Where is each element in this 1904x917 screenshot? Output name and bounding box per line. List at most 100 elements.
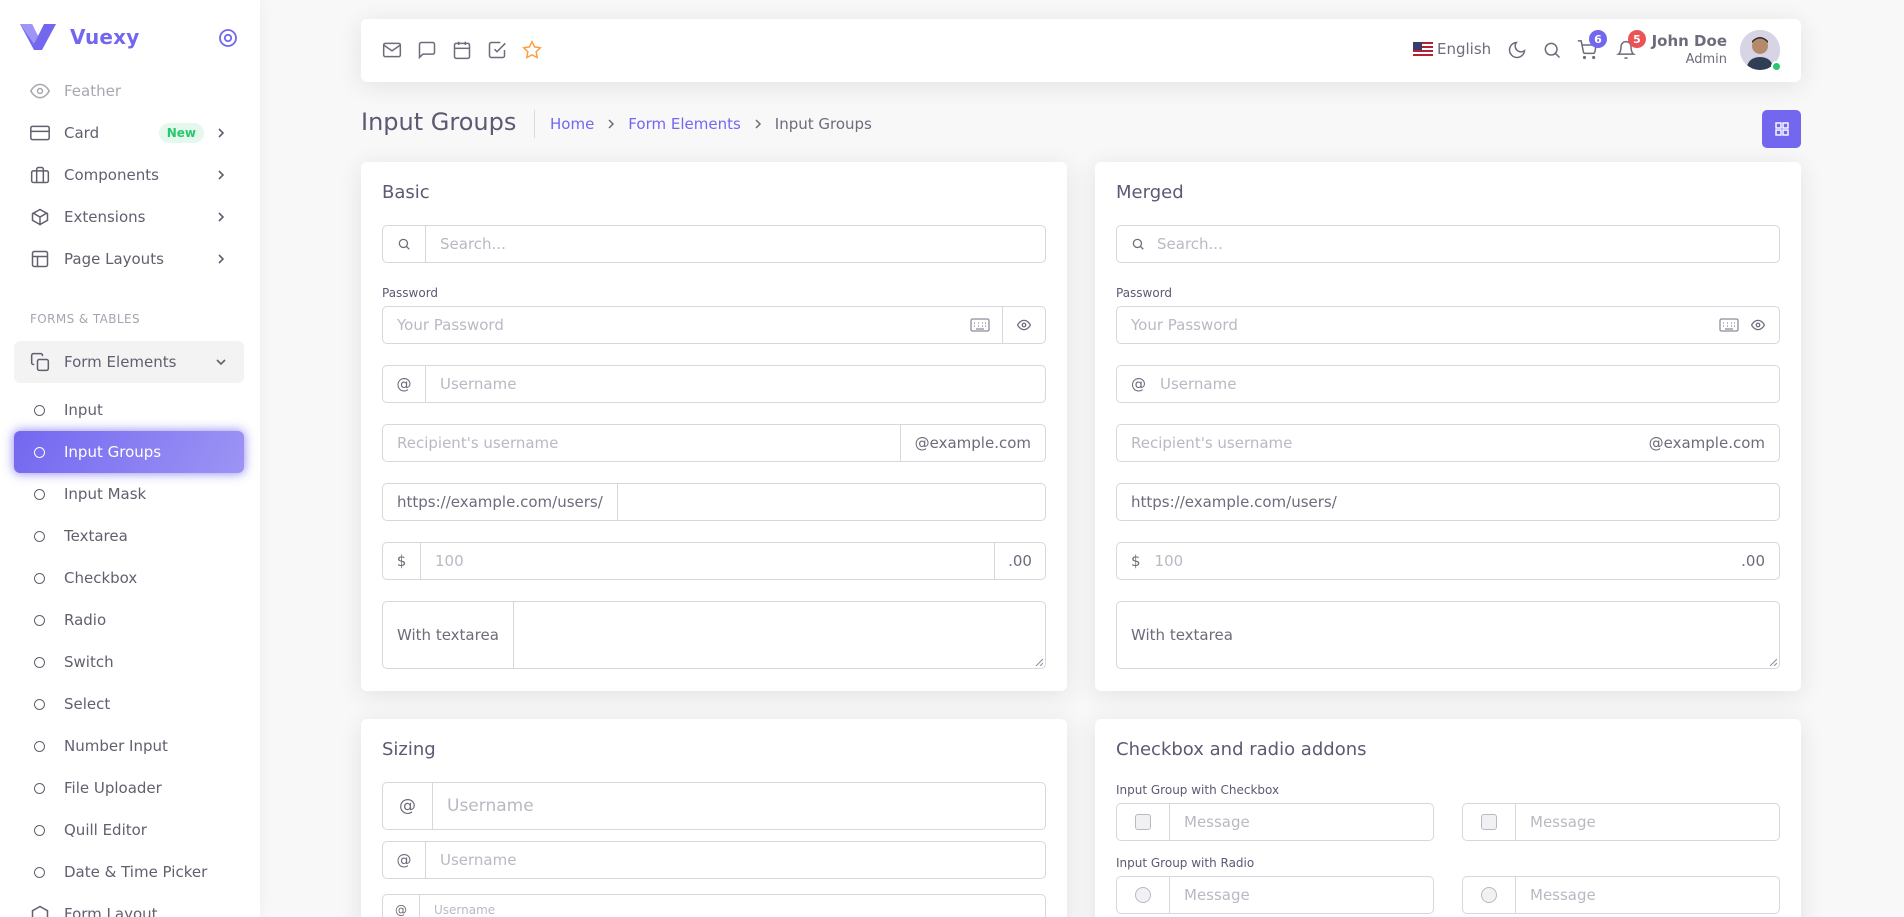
url-input[interactable] — [1351, 484, 1779, 520]
textarea-input[interactable] — [514, 602, 1045, 668]
username-input-large[interactable]: Username — [433, 783, 1045, 829]
collapse-toggle-icon[interactable] — [218, 28, 238, 48]
title-divider — [534, 110, 535, 138]
language-selector[interactable]: English — [1413, 40, 1491, 58]
sidebar-subitem-radio[interactable]: Radio — [14, 599, 244, 641]
circle-icon — [34, 740, 45, 752]
sizing-large-group: @ Username — [382, 782, 1046, 830]
breadcrumb-form-elements[interactable]: Form Elements — [628, 115, 740, 133]
sidebar-item-feather[interactable]: Feather — [14, 70, 244, 112]
check-square-icon[interactable] — [487, 40, 507, 60]
search-input[interactable]: Search... — [1149, 226, 1779, 262]
url-prefix-addon: https://example.com/users/ — [383, 484, 618, 520]
sidebar-item-label: Radio — [64, 611, 107, 629]
user-name[interactable]: John Doe — [1652, 32, 1727, 50]
keyboard-addon[interactable] — [1711, 307, 1747, 343]
sidebar-subitem-input-mask[interactable]: Input Mask — [14, 473, 244, 515]
sidebar-item-page-layouts[interactable]: Page Layouts — [14, 238, 244, 280]
chevron-right-icon — [218, 212, 225, 222]
sidebar-item-label: Checkbox — [64, 569, 138, 587]
merged-url-group: https://example.com/users/ — [1116, 483, 1780, 521]
chat-icon[interactable] — [417, 40, 437, 60]
mail-icon[interactable] — [382, 40, 402, 60]
radio-group-label: Input Group with Radio — [1116, 856, 1255, 870]
sidebar-subitem-switch[interactable]: Switch — [14, 641, 244, 683]
checkbox-message-group-1: Message — [1116, 803, 1434, 841]
sizing-default-group: @ Username — [382, 841, 1046, 879]
checkbox[interactable] — [1481, 814, 1497, 830]
keyboard-addon[interactable] — [958, 307, 1002, 343]
new-badge: New — [158, 123, 204, 143]
amount-input[interactable]: 100 — [421, 543, 994, 579]
chevron-right-icon — [755, 119, 761, 129]
sidebar-subitem-checkbox[interactable]: Checkbox — [14, 557, 244, 599]
notification-count-badge: 5 — [1628, 30, 1646, 48]
resize-handle-icon[interactable] — [1035, 658, 1043, 666]
username-input[interactable]: Username — [1146, 366, 1779, 402]
sidebar-item-form-layout[interactable]: Form Layout — [14, 893, 244, 917]
sidebar-item-label: Feather — [64, 82, 122, 100]
breadcrumb-home[interactable]: Home — [550, 115, 594, 133]
us-flag-icon — [1413, 42, 1433, 56]
radio-button[interactable] — [1135, 887, 1151, 903]
circle-icon — [34, 446, 45, 458]
email-suffix-addon: @example.com — [1648, 434, 1765, 452]
search-input[interactable]: Search... — [426, 226, 1045, 262]
cart-button[interactable]: 6 — [1577, 30, 1607, 60]
app-grid-button[interactable] — [1762, 110, 1801, 148]
url-input[interactable] — [618, 484, 1045, 520]
sidebar-item-components[interactable]: Components — [14, 154, 244, 196]
recipient-input[interactable]: Recipient's username — [383, 425, 900, 461]
circle-icon — [34, 530, 45, 542]
message-input[interactable]: Message — [1170, 877, 1433, 913]
username-input-small[interactable]: Username — [420, 895, 1045, 917]
basic-url-group: https://example.com/users/ — [382, 483, 1046, 521]
password-input[interactable]: Your Password — [1117, 307, 1711, 343]
sidebar-subitem-number-input[interactable]: Number Input — [14, 725, 244, 767]
radio-button[interactable] — [1481, 887, 1497, 903]
password-label: Password — [382, 286, 439, 300]
star-icon[interactable] — [522, 40, 542, 60]
sidebar-item-card[interactable]: Card New — [14, 112, 244, 154]
sidebar-subitem-quill-editor[interactable]: Quill Editor — [14, 809, 244, 851]
sidebar-subitem-input-groups[interactable]: Input Groups — [14, 431, 244, 473]
sidebar-subitem-textarea[interactable]: Textarea — [14, 515, 244, 557]
sidebar-item-extensions[interactable]: Extensions — [14, 196, 244, 238]
sizing-small-group: @ Username — [382, 894, 1046, 917]
sidebar-subitem-file-uploader[interactable]: File Uploader — [14, 767, 244, 809]
sidebar: Vuexy Feather Card New Components Extens… — [0, 0, 260, 917]
sidebar-subitem-input[interactable]: Input — [14, 389, 244, 431]
merged-username-group: @ Username — [1116, 365, 1780, 403]
card-title: Merged — [1116, 182, 1184, 203]
online-status-dot — [1771, 61, 1782, 72]
chevron-right-icon — [218, 254, 225, 264]
resize-handle-icon[interactable] — [1769, 658, 1777, 666]
username-input-default[interactable]: Username — [426, 842, 1045, 878]
textarea-input[interactable] — [1247, 602, 1779, 668]
password-label: Password — [1116, 286, 1173, 300]
circle-icon — [34, 572, 45, 584]
recipient-input[interactable]: Recipient's username — [1117, 425, 1635, 461]
search-icon[interactable] — [1542, 40, 1562, 60]
sidebar-item-label: Input Groups — [64, 443, 162, 461]
username-input[interactable]: Username — [426, 366, 1045, 402]
toggle-password-button[interactable] — [1747, 307, 1779, 343]
password-input[interactable]: Your Password — [383, 307, 958, 343]
top-navbar: English 6 5 John Doe Admin — [361, 19, 1801, 82]
basic-password-group: Your Password — [382, 306, 1046, 344]
message-input[interactable]: Message — [1516, 804, 1779, 840]
sidebar-subitem-date-time-picker[interactable]: Date & Time Picker — [14, 851, 244, 893]
calendar-icon[interactable] — [452, 40, 472, 60]
vuexy-logo-icon — [20, 24, 56, 50]
checkbox[interactable] — [1135, 814, 1151, 830]
textarea-addon: With textarea — [383, 602, 514, 668]
notifications-button[interactable]: 5 — [1616, 30, 1646, 60]
message-input[interactable]: Message — [1516, 877, 1779, 913]
toggle-password-button[interactable] — [1002, 307, 1045, 343]
message-input[interactable]: Message — [1170, 804, 1433, 840]
moon-icon[interactable] — [1507, 40, 1527, 60]
sidebar-item-form-elements[interactable]: Form Elements — [14, 341, 244, 383]
sidebar-subitem-select[interactable]: Select — [14, 683, 244, 725]
amount-input[interactable]: 100 — [1141, 543, 1728, 579]
eye-icon — [30, 83, 50, 99]
